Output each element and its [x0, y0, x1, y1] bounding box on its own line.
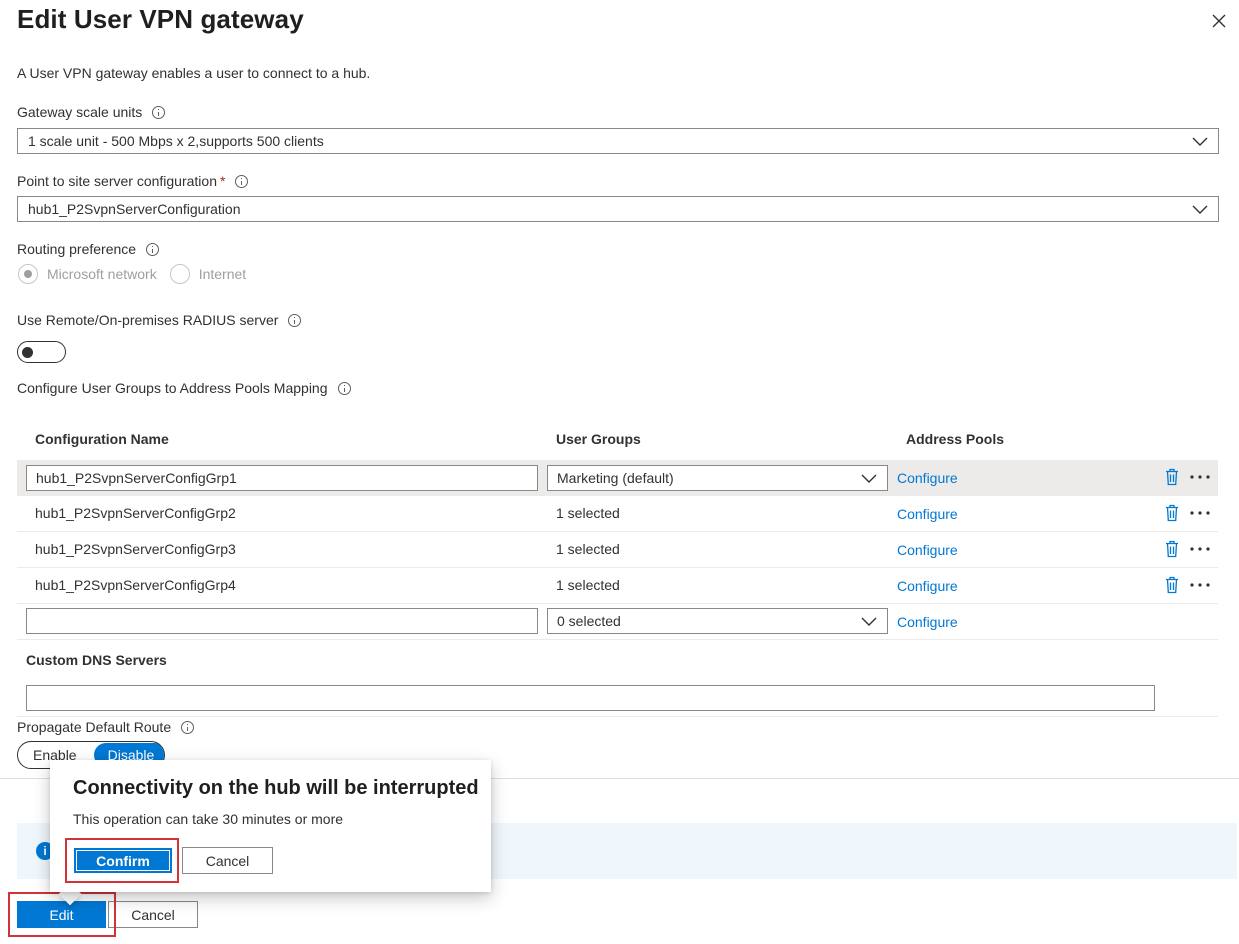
table-row: hub1_P2SvpnServerConfigGrp4 1 selected C…: [17, 568, 1218, 604]
radius-label-text: Use Remote/On-premises RADIUS server: [17, 312, 279, 328]
p2s-config-value: hub1_P2SvpnServerConfiguration: [28, 201, 241, 217]
new-user-groups-value: 0 selected: [557, 613, 621, 629]
dialog-title: Edit User VPN gateway: [17, 4, 304, 34]
info-icon[interactable]: [146, 242, 160, 256]
chevron-down-icon: [1192, 137, 1208, 146]
trash-icon[interactable]: [1164, 468, 1180, 486]
radius-label: Use Remote/On-premises RADIUS server: [17, 312, 302, 328]
gateway-scale-units-label-text: Gateway scale units: [17, 104, 143, 120]
more-options-icon[interactable]: [1189, 468, 1211, 486]
column-header-configuration-name: Configuration Name: [35, 431, 169, 447]
column-header-user-groups: User Groups: [556, 431, 641, 447]
routing-preference-options: Microsoft network Internet: [18, 264, 246, 284]
table-row[interactable]: hub1_P2SvpnServerConfigGrp1 Marketing (d…: [17, 460, 1218, 496]
configuration-name-text: hub1_P2SvpnServerConfigGrp3: [35, 541, 236, 557]
user-groups-text: 1 selected: [556, 541, 620, 557]
gateway-scale-units-label: Gateway scale units: [17, 104, 166, 120]
routing-preference-label-text: Routing preference: [17, 241, 137, 257]
column-header-address-pools: Address Pools: [906, 431, 1005, 447]
radio-label-microsoft-network: Microsoft network: [47, 266, 157, 282]
highlight-box-edit: [8, 892, 116, 937]
footer-cancel-button[interactable]: Cancel: [108, 901, 198, 928]
table-row: hub1_P2SvpnServerConfigGrp2 1 selected C…: [17, 496, 1218, 532]
custom-dns-label: Custom DNS Servers: [26, 652, 167, 668]
mapping-label-text: Configure User Groups to Address Pools M…: [17, 380, 328, 396]
routing-preference-label: Routing preference: [17, 241, 160, 257]
dialog-description: A User VPN gateway enables a user to con…: [17, 65, 371, 81]
info-icon[interactable]: [288, 313, 302, 327]
info-icon[interactable]: [235, 174, 249, 188]
more-options-icon[interactable]: [1189, 576, 1211, 594]
p2s-config-label: Point to site server configuration *: [17, 173, 249, 189]
close-icon[interactable]: [1208, 10, 1230, 32]
new-user-groups-dropdown[interactable]: 0 selected: [547, 608, 888, 634]
info-icon[interactable]: [337, 381, 351, 395]
configure-address-pools-link[interactable]: Configure: [897, 578, 958, 594]
p2s-config-label-text: Point to site server configuration: [17, 173, 217, 189]
configuration-name-text: hub1_P2SvpnServerConfigGrp4: [35, 577, 236, 593]
gateway-scale-units-value: 1 scale unit - 500 Mbps x 2,supports 500…: [28, 133, 324, 149]
radio-internet[interactable]: [169, 264, 190, 284]
chevron-down-icon: [861, 617, 877, 626]
trash-icon[interactable]: [1164, 504, 1180, 522]
configure-address-pools-link[interactable]: Configure: [897, 542, 958, 558]
user-groups-dropdown[interactable]: Marketing (default): [547, 465, 888, 491]
p2s-config-dropdown[interactable]: hub1_P2SvpnServerConfiguration: [17, 196, 1219, 222]
table-row-new: 0 selected Configure: [17, 604, 1218, 640]
trash-icon[interactable]: [1164, 540, 1180, 558]
new-configuration-name-input[interactable]: [26, 608, 538, 634]
configure-address-pools-link[interactable]: Configure: [897, 506, 958, 522]
radio-microsoft-network[interactable]: [18, 264, 38, 284]
trash-icon[interactable]: [1164, 576, 1180, 594]
info-icon[interactable]: [152, 105, 166, 119]
highlight-box-confirm: [65, 838, 179, 883]
callout-title: Connectivity on the hub will be interrup…: [73, 777, 479, 799]
info-icon[interactable]: [181, 720, 195, 734]
configuration-name-text: hub1_P2SvpnServerConfigGrp2: [35, 505, 236, 521]
toggle-knob: [22, 347, 33, 358]
confirmation-callout: Connectivity on the hub will be interrup…: [50, 760, 491, 892]
gateway-scale-units-dropdown[interactable]: 1 scale unit - 500 Mbps x 2,supports 500…: [17, 128, 1219, 154]
radio-label-internet: Internet: [198, 266, 247, 282]
callout-cancel-button[interactable]: Cancel: [182, 847, 273, 874]
chevron-down-icon: [861, 474, 877, 483]
table-row: hub1_P2SvpnServerConfigGrp3 1 selected C…: [17, 532, 1218, 568]
configuration-name-input[interactable]: hub1_P2SvpnServerConfigGrp1: [26, 465, 538, 491]
configure-address-pools-link[interactable]: Configure: [897, 470, 958, 486]
configure-address-pools-link[interactable]: Configure: [897, 614, 958, 630]
mapping-label: Configure User Groups to Address Pools M…: [17, 380, 351, 396]
propagate-default-route-label: Propagate Default Route: [17, 719, 195, 735]
more-options-icon[interactable]: [1189, 504, 1211, 522]
propagate-default-route-label-text: Propagate Default Route: [17, 719, 172, 735]
callout-message: This operation can take 30 minutes or mo…: [73, 811, 344, 827]
chevron-down-icon: [1192, 205, 1208, 214]
user-groups-text: 1 selected: [556, 577, 620, 593]
user-groups-value: Marketing (default): [557, 470, 674, 486]
custom-dns-input[interactable]: [26, 685, 1155, 711]
required-mark: *: [220, 173, 226, 189]
user-groups-text: 1 selected: [556, 505, 620, 521]
more-options-icon[interactable]: [1189, 540, 1211, 558]
radius-toggle[interactable]: [17, 341, 66, 363]
configuration-name-value: hub1_P2SvpnServerConfigGrp1: [36, 470, 237, 486]
